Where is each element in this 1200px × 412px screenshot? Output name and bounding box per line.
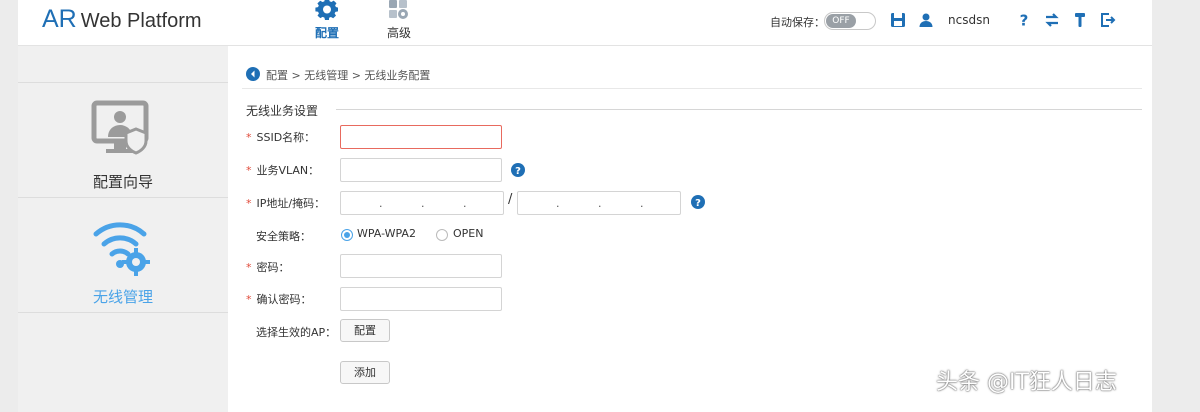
autosave-state: OFF xyxy=(826,14,856,28)
required-mark: * xyxy=(246,293,252,306)
section-title: 无线业务设置 xyxy=(246,102,327,119)
switch-icon[interactable] xyxy=(1044,12,1060,28)
wizard-monitor-icon xyxy=(91,100,149,155)
required-mark: * xyxy=(246,164,252,177)
app-logo: AR Web Platform xyxy=(42,5,202,34)
mask-dot: . xyxy=(598,197,602,210)
back-arrow-icon[interactable] xyxy=(246,67,260,81)
ip-mask-label: * IP地址/掩码： xyxy=(246,195,325,211)
mask-dot: . xyxy=(556,197,560,210)
required-mark: * xyxy=(246,131,252,144)
breadcrumb-divider xyxy=(242,88,1142,89)
sidebar-item-config-wizard-label: 配置向导 xyxy=(92,173,153,191)
required-mark: * xyxy=(246,197,252,210)
nav-tab-advanced[interactable]: 高级 xyxy=(374,0,424,46)
section-divider xyxy=(336,109,1142,110)
nav-tab-advanced-label: 高级 xyxy=(386,26,411,40)
sidebar-item-wireless-management-label: 无线管理 xyxy=(92,288,153,306)
svg-text:?: ? xyxy=(1020,12,1029,28)
save-icon[interactable] xyxy=(890,12,906,28)
breadcrumb: 配置 > 无线管理 > 无线业务配置 xyxy=(266,69,431,82)
page-right-gutter xyxy=(1152,0,1200,412)
autosave-label: 自动保存： xyxy=(770,16,825,29)
mask-dot: . xyxy=(640,197,644,210)
sidebar-item-config-wizard[interactable]: 配置向导 xyxy=(18,83,228,197)
logo-web-platform: Web Platform xyxy=(80,10,202,32)
user-icon xyxy=(919,13,933,27)
vlan-help-icon[interactable]: ? xyxy=(511,163,525,177)
mask-input[interactable]: . . . xyxy=(517,191,681,215)
password-input[interactable] xyxy=(340,254,502,278)
sidebar-item-wireless-management[interactable]: 无线管理 xyxy=(18,198,228,312)
top-header: AR Web Platform 配置 高级 自动保存： OFF ncsdsn ? xyxy=(18,0,1152,46)
ip-address-input[interactable]: . . . xyxy=(340,191,504,215)
required-mark: * xyxy=(246,261,252,274)
ip-help-icon[interactable]: ? xyxy=(691,195,705,209)
select-ap-label: 选择生效的AP： xyxy=(256,326,337,339)
vlan-label-text: 业务VLAN： xyxy=(256,164,320,177)
radio-wpa-wpa2[interactable] xyxy=(341,229,353,241)
confirm-password-label-text: 确认密码： xyxy=(256,293,312,306)
nav-tab-config[interactable]: 配置 xyxy=(302,0,352,46)
radio-open[interactable] xyxy=(436,229,448,241)
password-label: * 密码： xyxy=(246,259,290,275)
password-label-text: 密码： xyxy=(256,261,290,274)
svg-text:?: ? xyxy=(515,166,521,177)
username: ncsdsn xyxy=(948,13,990,27)
gear-icon xyxy=(315,0,338,21)
help-icon[interactable]: ? xyxy=(1016,12,1032,28)
security-policy-label: 安全策略： xyxy=(256,230,311,243)
ip-mask-separator: / xyxy=(508,192,513,207)
config-ap-button[interactable]: 配置 xyxy=(340,319,390,342)
confirm-password-label: * 确认密码： xyxy=(246,291,312,307)
ip-dot: . xyxy=(379,197,383,210)
left-sidebar: 配置向导 无线管理 xyxy=(18,46,228,412)
wifi-gear-icon xyxy=(93,222,150,276)
watermark-text: 头条 @IT狂人日志 xyxy=(936,370,1117,395)
vlan-input[interactable] xyxy=(340,158,502,182)
logo-ar: AR xyxy=(42,5,77,33)
logout-icon[interactable] xyxy=(1100,12,1116,28)
confirm-password-input[interactable] xyxy=(340,287,502,311)
svg-text:?: ? xyxy=(695,198,701,209)
autosave-toggle[interactable]: OFF xyxy=(824,12,876,30)
ssid-input[interactable] xyxy=(340,125,502,149)
ip-dot: . xyxy=(421,197,425,210)
ip-dot: . xyxy=(463,197,467,210)
ip-mask-label-text: IP地址/掩码： xyxy=(256,197,326,210)
nav-tab-config-label: 配置 xyxy=(314,26,339,40)
vlan-label: * 业务VLAN： xyxy=(246,162,319,178)
ssid-label-text: SSID名称： xyxy=(256,131,316,144)
page-left-gutter xyxy=(0,0,18,412)
radio-open-label[interactable]: OPEN xyxy=(453,227,483,240)
tools-icon[interactable] xyxy=(1072,12,1088,28)
radio-wpa-wpa2-label[interactable]: WPA-WPA2 xyxy=(357,227,416,240)
advanced-gears-icon xyxy=(389,0,408,19)
main-content: 配置 > 无线管理 > 无线业务配置 无线业务设置 * SSID名称： * 业务VL… xyxy=(228,46,1152,412)
ssid-label: * SSID名称： xyxy=(246,129,315,145)
sidebar-divider xyxy=(18,312,228,313)
add-button[interactable]: 添加 xyxy=(340,361,390,384)
